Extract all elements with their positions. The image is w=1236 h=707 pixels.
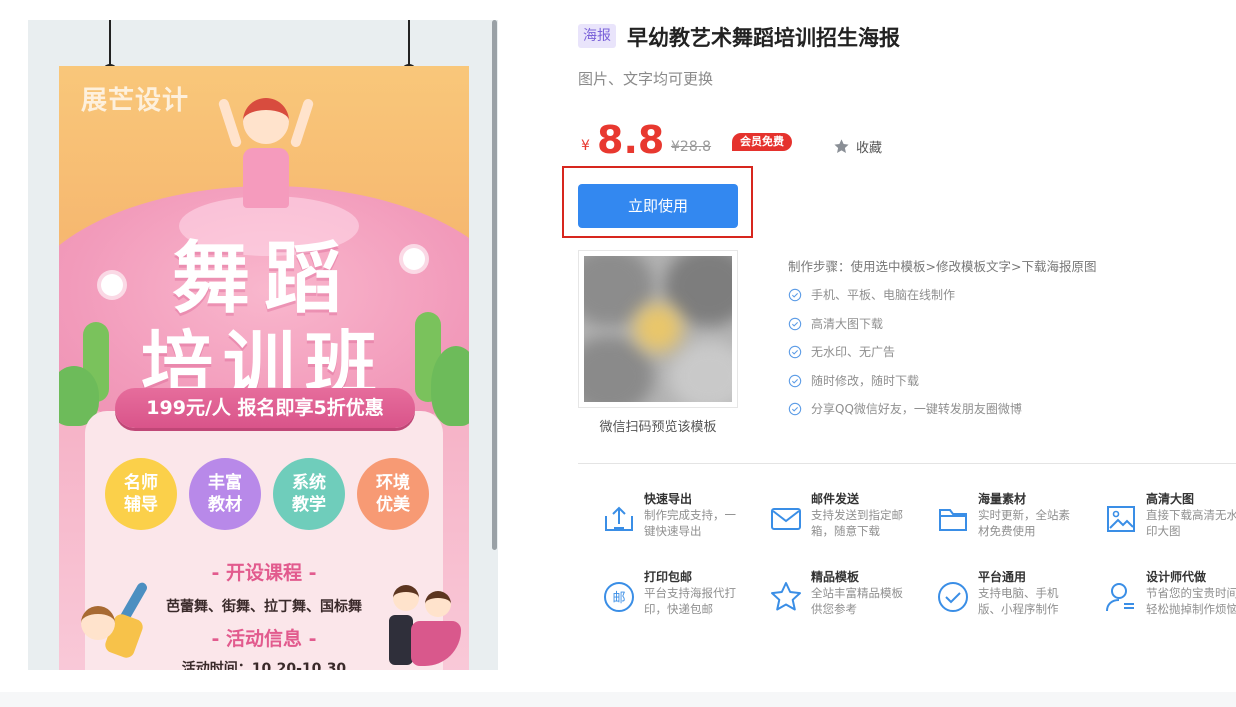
poster-feature-badge: 环境优美 bbox=[357, 458, 429, 530]
steps-title: 制作步骤：使用选中模板>修改模板文字>下载海报原图 bbox=[788, 259, 1097, 274]
favorite-button[interactable]: 收藏 bbox=[833, 137, 882, 156]
check-list-item: 分享QQ微信好友，一键转发朋友圈微博 bbox=[788, 400, 1022, 417]
poster-feature-badge: 丰富教材 bbox=[189, 458, 261, 530]
ballerina-illustration bbox=[217, 88, 315, 218]
check-circle-icon bbox=[788, 288, 802, 301]
check-circle-icon bbox=[788, 317, 802, 330]
poster-watermark-logo: 展芒设计 bbox=[81, 86, 190, 116]
currency-symbol: ¥ bbox=[581, 138, 590, 154]
original-price: ¥28.8 bbox=[671, 139, 712, 155]
poster-promo-banner: 199元/人 报名即享5折优惠 bbox=[115, 388, 415, 428]
couple-dancer-illustration bbox=[385, 581, 465, 670]
image-icon bbox=[1107, 506, 1135, 532]
feature-premium-templates: 精品模板 全站丰富精品模板供您参考 bbox=[769, 568, 929, 632]
check-circle-icon bbox=[788, 402, 802, 415]
kid-dancer-illustration bbox=[69, 566, 149, 670]
check-list-item: 高清大图下载 bbox=[788, 315, 883, 332]
poster-image: 展芒设计 舞蹈 培训班 199元/人 报名即享5折优惠 名师辅导 丰富教材 系统… bbox=[59, 66, 469, 670]
template-subtitle: 图片、文字均可更换 bbox=[578, 70, 714, 88]
feature-cross-platform: 平台通用 支持电脑、手机版、小程序制作 bbox=[936, 568, 1096, 632]
post-icon: 邮 bbox=[604, 582, 634, 612]
feature-hd-image: 高清大图 直接下载高清无水印大图 bbox=[1104, 490, 1236, 554]
designer-icon bbox=[1106, 583, 1134, 612]
check-list-item: 无水印、无广告 bbox=[788, 343, 895, 360]
feature-designer-service: 设计师代做 节省您的宝贵时间轻松抛掉制作烦恼 bbox=[1104, 568, 1236, 632]
feature-email-send: 邮件发送 支持发送到指定邮箱，随意下载 bbox=[769, 490, 929, 554]
favorite-label: 收藏 bbox=[856, 141, 883, 156]
qr-code bbox=[578, 250, 738, 408]
svg-text:邮: 邮 bbox=[612, 591, 625, 606]
hanging-string bbox=[109, 20, 111, 66]
template-detail-page: 展芒设计 舞蹈 培训班 199元/人 报名即享5折优惠 名师辅导 丰富教材 系统… bbox=[0, 0, 1236, 707]
star-icon bbox=[771, 582, 801, 611]
check-circle-icon bbox=[788, 345, 802, 358]
check-list-item: 手机、平板、电脑在线制作 bbox=[788, 286, 955, 303]
poster-feature-badge: 系统教学 bbox=[273, 458, 345, 530]
poster-feature-badge: 名师辅导 bbox=[105, 458, 177, 530]
template-title: 早幼教艺术舞蹈培训招生海报 bbox=[627, 26, 900, 50]
upload-icon bbox=[605, 506, 633, 531]
check-circle-icon bbox=[788, 374, 802, 387]
star-icon bbox=[834, 139, 849, 153]
page-bottom-band bbox=[0, 692, 1236, 707]
hanging-string bbox=[408, 20, 410, 66]
mail-icon bbox=[771, 508, 801, 530]
preview-scrollbar[interactable] bbox=[492, 20, 497, 550]
feature-materials: 海量素材 实时更新，全站素材免费使用 bbox=[936, 490, 1096, 554]
poster-preview: 展芒设计 舞蹈 培训班 199元/人 报名即享5折优惠 名师辅导 丰富教材 系统… bbox=[28, 20, 498, 670]
use-now-button[interactable]: 立即使用 bbox=[578, 184, 738, 228]
vip-free-badge: 会员免费 bbox=[732, 133, 792, 151]
qr-caption: 微信扫码预览该模板 bbox=[599, 420, 717, 435]
check-list-item: 随时修改，随时下载 bbox=[788, 372, 919, 389]
folder-icon bbox=[939, 509, 967, 531]
divider bbox=[578, 463, 1236, 464]
current-price: 8.8 bbox=[597, 118, 665, 162]
feature-print-shipping: 邮 打印包邮 平台支持海报代打印，快递包邮 bbox=[602, 568, 762, 632]
category-tag: 海报 bbox=[578, 24, 616, 48]
feature-quick-export: 快速导出 制作完成支持，一键快速导出 bbox=[602, 490, 762, 554]
check-circle-icon bbox=[938, 582, 968, 612]
qr-code-image bbox=[584, 256, 732, 402]
price-row: ¥ 8.8 ¥28.8 会员免费 收藏 bbox=[578, 118, 978, 164]
